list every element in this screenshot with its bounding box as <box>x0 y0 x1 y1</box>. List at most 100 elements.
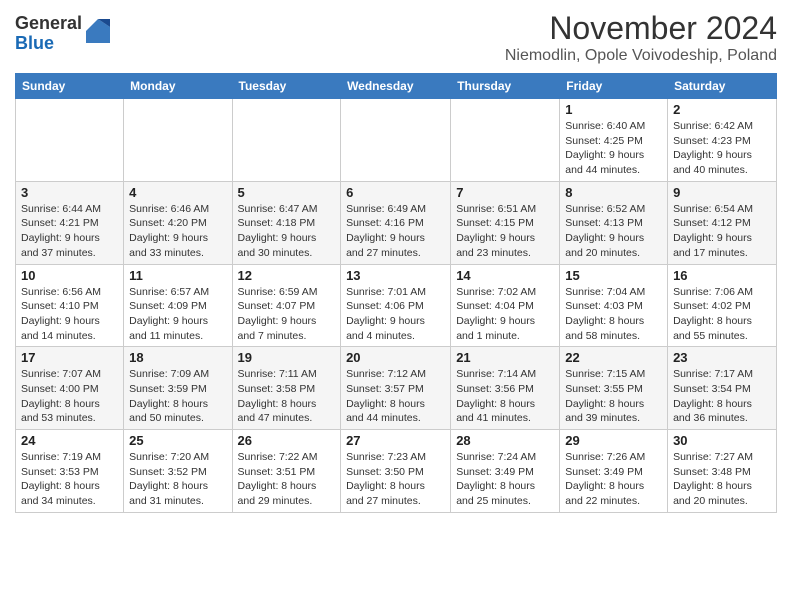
title-section: November 2024 Niemodlin, Opole Voivodesh… <box>505 10 777 65</box>
day-number: 29 <box>565 433 662 448</box>
day-number: 19 <box>238 350 336 365</box>
table-row: 25Sunrise: 7:20 AM Sunset: 3:52 PM Dayli… <box>124 430 232 513</box>
day-info: Sunrise: 6:52 AM Sunset: 4:13 PM Dayligh… <box>565 202 662 261</box>
day-number: 27 <box>346 433 445 448</box>
day-info: Sunrise: 6:46 AM Sunset: 4:20 PM Dayligh… <box>129 202 226 261</box>
day-info: Sunrise: 6:51 AM Sunset: 4:15 PM Dayligh… <box>456 202 554 261</box>
day-info: Sunrise: 6:59 AM Sunset: 4:07 PM Dayligh… <box>238 285 336 344</box>
table-row: 11 Sunrise: 6:57 AM Sunset: 4:09 PM Dayli… <box>124 264 232 347</box>
day-number: 11 <box>129 268 226 283</box>
day-info: Sunrise: 6:47 AM Sunset: 4:18 PM Dayligh… <box>238 202 336 261</box>
table-row: 23 Sunrise: 7:17 AM Sunset: 3:54 PM Dayli… <box>668 347 777 430</box>
day-number: 16 <box>673 268 771 283</box>
table-row: 10Sunrise: 6:56 AM Sunset: 4:10 PM Dayli… <box>16 264 124 347</box>
day-number: 1 <box>565 102 662 117</box>
day-info: Sunrise: 7:17 AM Sunset: 3:54 PM Dayligh… <box>673 367 771 426</box>
day-number: 20 <box>346 350 445 365</box>
day-info: Sunrise: 7:01 AM Sunset: 4:06 PM Dayligh… <box>346 285 445 344</box>
day-number: 3 <box>21 185 118 200</box>
table-row: 4 Sunrise: 6:46 AM Sunset: 4:20 PM Daylig… <box>124 181 232 264</box>
day-info: Sunrise: 7:23 AM Sunset: 3:50 PM Dayligh… <box>346 450 445 509</box>
table-row: 5 Sunrise: 6:47 AM Sunset: 4:18 PM Daylig… <box>232 181 341 264</box>
day-info: Sunrise: 7:02 AM Sunset: 4:04 PM Dayligh… <box>456 285 554 344</box>
day-info: Sunrise: 7:26 AM Sunset: 3:49 PM Dayligh… <box>565 450 662 509</box>
table-row: 2 Sunrise: 6:42 AM Sunset: 4:23 PM Daylig… <box>668 99 777 182</box>
col-friday: Friday <box>560 74 668 99</box>
col-monday: Monday <box>124 74 232 99</box>
table-row <box>232 99 341 182</box>
day-info: Sunrise: 7:14 AM Sunset: 3:56 PM Dayligh… <box>456 367 554 426</box>
table-row <box>341 99 451 182</box>
day-number: 17 <box>21 350 118 365</box>
day-number: 25 <box>129 433 226 448</box>
calendar-week-row: 24 Sunrise: 7:19 AM Sunset: 3:53 PM Dayli… <box>16 430 777 513</box>
day-number: 28 <box>456 433 554 448</box>
table-row: 14 Sunrise: 7:02 AM Sunset: 4:04 PM Dayli… <box>451 264 560 347</box>
table-row: 22 Sunrise: 7:15 AM Sunset: 3:55 PM Dayli… <box>560 347 668 430</box>
col-saturday: Saturday <box>668 74 777 99</box>
logo-general-text: General <box>15 14 82 34</box>
col-wednesday: Wednesday <box>341 74 451 99</box>
day-info: Sunrise: 7:15 AM Sunset: 3:55 PM Dayligh… <box>565 367 662 426</box>
table-row: 24 Sunrise: 7:19 AM Sunset: 3:53 PM Dayli… <box>16 430 124 513</box>
day-number: 13 <box>346 268 445 283</box>
table-row <box>451 99 560 182</box>
table-row: 12 Sunrise: 6:59 AM Sunset: 4:07 PM Dayli… <box>232 264 341 347</box>
table-row: 13 Sunrise: 7:01 AM Sunset: 4:06 PM Dayli… <box>341 264 451 347</box>
logo-blue-text: Blue <box>15 34 82 54</box>
col-thursday: Thursday <box>451 74 560 99</box>
day-number: 9 <box>673 185 771 200</box>
day-number: 22 <box>565 350 662 365</box>
table-row: 6 Sunrise: 6:49 AM Sunset: 4:16 PM Daylig… <box>341 181 451 264</box>
day-number: 14 <box>456 268 554 283</box>
col-sunday: Sunday <box>16 74 124 99</box>
day-number: 30 <box>673 433 771 448</box>
table-row: 18 Sunrise: 7:09 AM Sunset: 3:59 PM Dayli… <box>124 347 232 430</box>
calendar-table: Sunday Monday Tuesday Wednesday Thursday… <box>15 73 777 513</box>
day-info: Sunrise: 7:06 AM Sunset: 4:02 PM Dayligh… <box>673 285 771 344</box>
day-info: Sunrise: 6:40 AM Sunset: 4:25 PM Dayligh… <box>565 119 662 178</box>
day-info: Sunrise: 7:27 AM Sunset: 3:48 PM Dayligh… <box>673 450 771 509</box>
day-number: 18 <box>129 350 226 365</box>
day-number: 24 <box>21 433 118 448</box>
table-row: 9Sunrise: 6:54 AM Sunset: 4:12 PM Daylig… <box>668 181 777 264</box>
day-number: 4 <box>129 185 226 200</box>
day-info: Sunrise: 7:19 AM Sunset: 3:53 PM Dayligh… <box>21 450 118 509</box>
table-row: 21Sunrise: 7:14 AM Sunset: 3:56 PM Dayli… <box>451 347 560 430</box>
table-row: 17 Sunrise: 7:07 AM Sunset: 4:00 PM Dayli… <box>16 347 124 430</box>
calendar-week-row: 1 Sunrise: 6:40 AM Sunset: 4:25 PM Daylig… <box>16 99 777 182</box>
logo-icon <box>86 19 110 48</box>
table-row <box>124 99 232 182</box>
day-number: 26 <box>238 433 336 448</box>
day-number: 5 <box>238 185 336 200</box>
calendar-week-row: 10Sunrise: 6:56 AM Sunset: 4:10 PM Dayli… <box>16 264 777 347</box>
table-row: 7Sunrise: 6:51 AM Sunset: 4:15 PM Daylig… <box>451 181 560 264</box>
calendar-header-row: Sunday Monday Tuesday Wednesday Thursday… <box>16 74 777 99</box>
day-info: Sunrise: 7:12 AM Sunset: 3:57 PM Dayligh… <box>346 367 445 426</box>
day-info: Sunrise: 6:57 AM Sunset: 4:09 PM Dayligh… <box>129 285 226 344</box>
logo: General Blue <box>15 14 110 54</box>
day-info: Sunrise: 6:49 AM Sunset: 4:16 PM Dayligh… <box>346 202 445 261</box>
day-number: 2 <box>673 102 771 117</box>
page-header: General Blue November 2024 Niemodlin, Op… <box>15 10 777 65</box>
day-info: Sunrise: 6:44 AM Sunset: 4:21 PM Dayligh… <box>21 202 118 261</box>
calendar-week-row: 17 Sunrise: 7:07 AM Sunset: 4:00 PM Dayli… <box>16 347 777 430</box>
day-number: 23 <box>673 350 771 365</box>
day-info: Sunrise: 6:42 AM Sunset: 4:23 PM Dayligh… <box>673 119 771 178</box>
day-number: 12 <box>238 268 336 283</box>
table-row: 20 Sunrise: 7:12 AM Sunset: 3:57 PM Dayli… <box>341 347 451 430</box>
day-info: Sunrise: 7:22 AM Sunset: 3:51 PM Dayligh… <box>238 450 336 509</box>
day-number: 8 <box>565 185 662 200</box>
table-row: 15 Sunrise: 7:04 AM Sunset: 4:03 PM Dayli… <box>560 264 668 347</box>
calendar-week-row: 3 Sunrise: 6:44 AM Sunset: 4:21 PM Daylig… <box>16 181 777 264</box>
table-row <box>16 99 124 182</box>
day-info: Sunrise: 7:07 AM Sunset: 4:00 PM Dayligh… <box>21 367 118 426</box>
day-number: 6 <box>346 185 445 200</box>
location-subtitle: Niemodlin, Opole Voivodeship, Poland <box>505 47 777 65</box>
table-row: 28Sunrise: 7:24 AM Sunset: 3:49 PM Dayli… <box>451 430 560 513</box>
table-row: 27 Sunrise: 7:23 AM Sunset: 3:50 PM Dayli… <box>341 430 451 513</box>
day-number: 10 <box>21 268 118 283</box>
day-number: 15 <box>565 268 662 283</box>
day-info: Sunrise: 7:04 AM Sunset: 4:03 PM Dayligh… <box>565 285 662 344</box>
day-info: Sunrise: 7:09 AM Sunset: 3:59 PM Dayligh… <box>129 367 226 426</box>
